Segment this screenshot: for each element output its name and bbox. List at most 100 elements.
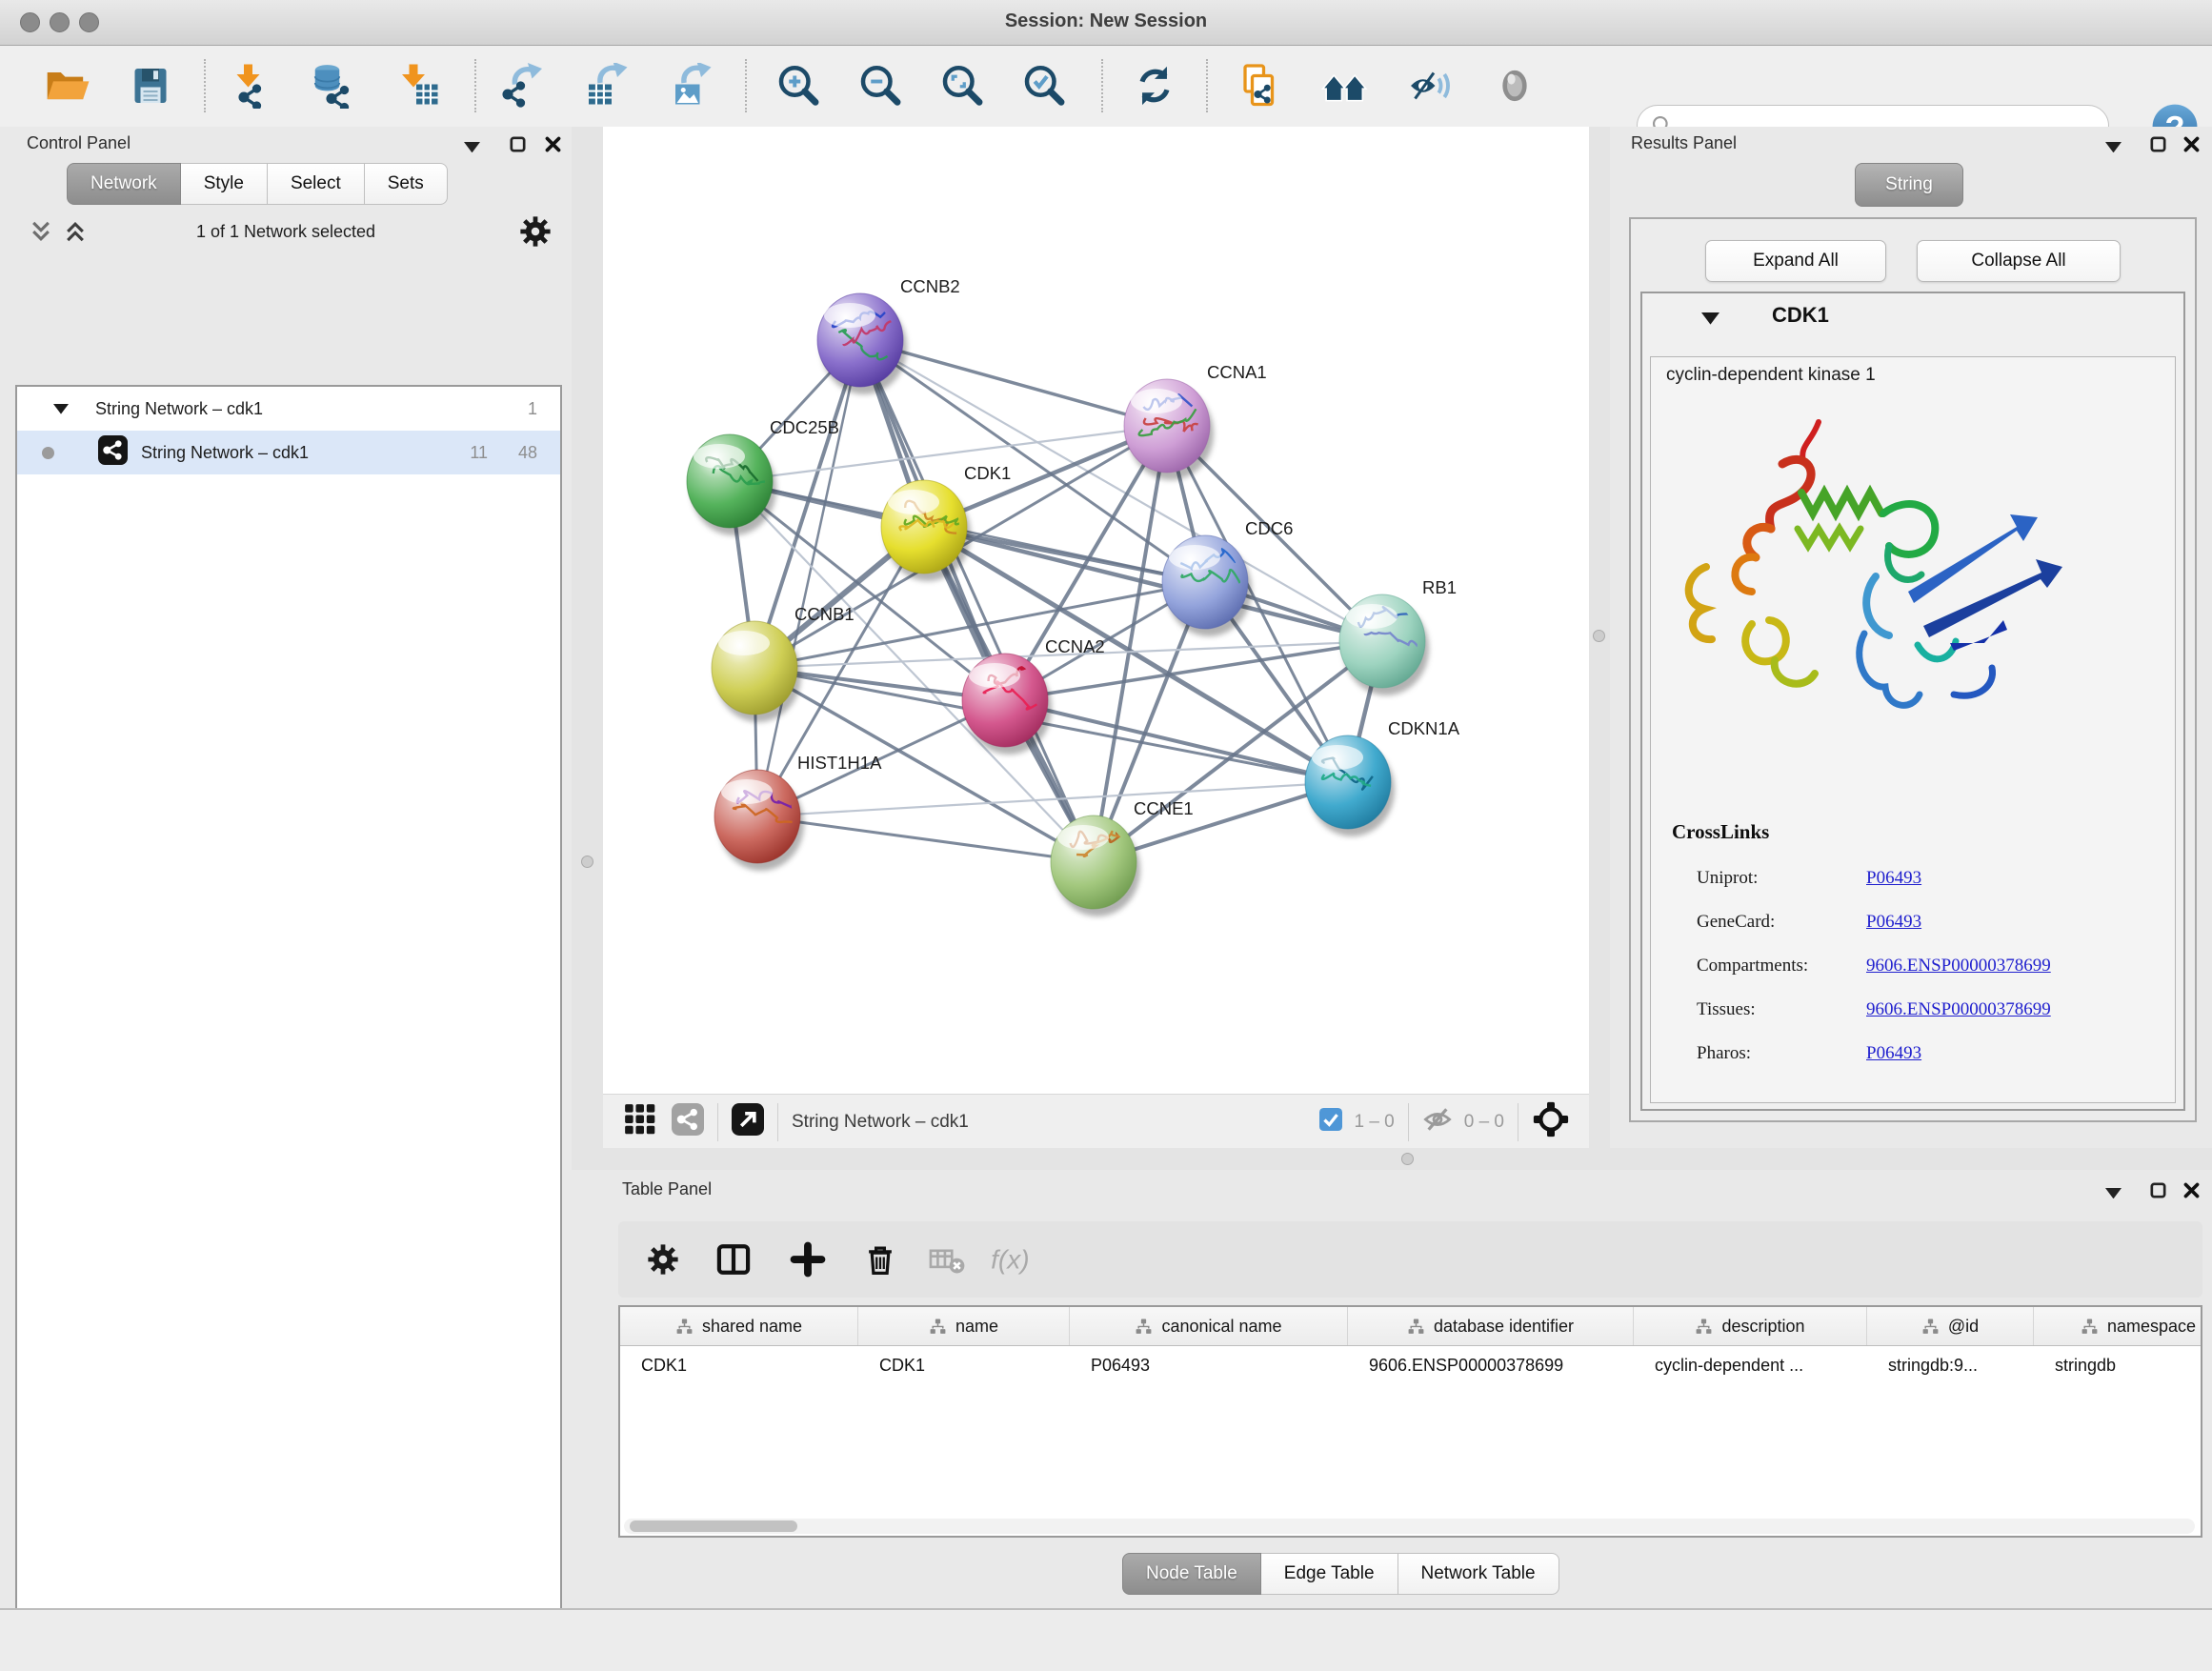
tab-node-table[interactable]: Node Table [1122,1553,1261,1595]
hidden-eye-slash-icon[interactable] [1422,1104,1453,1139]
splitter-handle[interactable] [1401,1153,1414,1165]
network-canvas[interactable]: CCNB2CCNA1CDC25BCDK1CDC6RB1CCNB1CCNA2CDK… [603,127,1589,1094]
panel-disabled-eye-icon[interactable] [1486,56,1543,115]
horizontal-splitter[interactable] [572,1148,2212,1170]
network-node-CDK1[interactable]: CDK1 [881,463,1011,581]
scrollbar-thumb[interactable] [630,1520,797,1532]
control-panel-menu-icon[interactable] [464,140,480,157]
cell-description[interactable]: cyclin-dependent ... [1634,1346,1867,1384]
delete-column-trash-icon[interactable] [854,1234,907,1285]
string-app-gray-icon[interactable] [672,1103,704,1140]
table-settings-gear-icon[interactable] [636,1234,690,1285]
cell-database-identifier[interactable]: 9606.ENSP00000378699 [1348,1346,1634,1384]
hide-panel-eye-icon[interactable] [1402,56,1459,115]
vertical-splitter-left[interactable] [572,127,603,1148]
column-header-name[interactable]: name [858,1307,1070,1345]
import-network-database-icon[interactable] [303,56,360,115]
splitter-handle[interactable] [581,856,593,868]
zoom-selected-icon[interactable] [1016,56,1073,115]
home-icon[interactable] [1317,56,1374,115]
tab-network-table[interactable]: Network Table [1398,1553,1559,1595]
zoom-out-icon[interactable] [852,56,909,115]
crosslink-label: Tissues: [1697,999,1866,1020]
zoom-fit-icon[interactable] [934,56,991,115]
tree-expand-icon[interactable] [53,399,69,419]
table-panel-float-icon[interactable] [2150,1182,2166,1203]
show-columns-icon[interactable] [707,1234,760,1285]
tab-sets[interactable]: Sets [365,163,448,205]
cell-canonical-name[interactable]: P06493 [1070,1346,1348,1384]
expand-all-button[interactable]: Expand All [1705,240,1886,282]
birdseye-grid-icon[interactable] [624,1103,656,1140]
node-label-CDKN1A: CDKN1A [1388,718,1460,738]
column-header-database-identifier[interactable]: database identifier [1348,1307,1634,1345]
network-view-toolbar: String Network – cdk1 1 – 0 0 – 0 [603,1094,1589,1149]
delete-table-icon[interactable] [920,1234,974,1285]
cell-id[interactable]: stringdb:9... [1867,1346,2034,1384]
cell-shared-name[interactable]: CDK1 [620,1346,858,1384]
fit-selected-crosshair-icon[interactable] [1532,1100,1570,1143]
network-node-CCNB1[interactable]: CCNB1 [712,604,855,722]
splitter-handle[interactable] [1593,630,1605,642]
crosslink-genecard-link[interactable]: P06493 [1866,912,1921,933]
network-selection-status: 1 of 1 Network selected [0,222,572,242]
import-network-file-icon[interactable] [221,56,278,115]
table-horizontal-scrollbar[interactable] [624,1519,2195,1534]
network-options-gear-icon[interactable] [516,212,554,255]
selected-checkbox-icon[interactable] [1319,1108,1342,1136]
column-header-id[interactable]: @id [1867,1307,2034,1345]
tab-string[interactable]: String [1855,163,1963,207]
cell-name[interactable]: CDK1 [858,1346,1070,1384]
column-header-shared-name[interactable]: shared name [620,1307,858,1345]
network-node-CCNB2[interactable]: CCNB2 [817,276,960,394]
network-node-CCNA1[interactable]: CCNA1 [1124,362,1267,480]
control-panel-float-icon[interactable] [510,136,526,157]
function-builder-icon[interactable]: f(x) [989,1234,1042,1285]
results-panel-float-icon[interactable] [2150,136,2166,157]
tab-edge-table[interactable]: Edge Table [1261,1553,1398,1595]
open-folder-icon[interactable] [38,56,95,115]
tab-style[interactable]: Style [181,163,268,205]
crosslink-compartments-link[interactable]: 9606.ENSP00000378699 [1866,956,2051,976]
column-header-description[interactable]: description [1634,1307,1867,1345]
column-header-canonical-name[interactable]: canonical name [1070,1307,1348,1345]
zoom-in-icon[interactable] [770,56,827,115]
crosslinks-list: Uniprot:P06493 GeneCard:P06493 Compartme… [1697,856,2154,1076]
open-in-window-icon[interactable] [732,1103,764,1140]
node-label-CCNA1: CCNA1 [1207,362,1267,382]
export-image-icon[interactable] [661,56,718,115]
crosslink-uniprot-link[interactable]: P06493 [1866,868,1921,889]
control-panel-close-icon[interactable] [545,136,561,157]
network-node-RB1[interactable]: RB1 [1339,577,1457,695]
network-collection-row[interactable]: String Network – cdk1 1 [17,387,560,431]
cell-namespace[interactable]: stringdb [2034,1346,2202,1384]
node-label-CCNB1: CCNB1 [794,604,855,624]
copy-network-icon[interactable] [1231,56,1288,115]
export-table-icon[interactable] [577,56,634,115]
column-header-namespace[interactable]: namespace [2034,1307,2202,1345]
network-row-selected[interactable]: String Network – cdk1 11 48 [17,431,560,474]
export-network-icon[interactable] [493,56,551,115]
table-panel-close-icon[interactable] [2183,1182,2200,1203]
network-status-dot [42,447,54,459]
section-collapse-icon[interactable] [1701,312,1719,330]
table-panel-menu-icon[interactable] [2105,1186,2122,1203]
add-column-plus-icon[interactable] [781,1234,835,1285]
network-collection-label: String Network – cdk1 [95,399,263,419]
toolbar-separator [745,59,747,112]
toolbar-separator [777,1103,778,1141]
selected-count: 1 – 0 [1354,1112,1394,1133]
tab-select[interactable]: Select [268,163,365,205]
update-network-icon[interactable] [1126,56,1183,115]
tab-network[interactable]: Network [67,163,181,205]
crosslink-label: GeneCard: [1697,912,1866,933]
import-table-file-icon[interactable] [391,56,448,115]
results-panel-close-icon[interactable] [2183,136,2200,157]
save-session-icon[interactable] [122,56,179,115]
network-node-CDKN1A[interactable]: CDKN1A [1305,718,1460,836]
collapse-all-button[interactable]: Collapse All [1917,240,2121,282]
results-panel-menu-icon[interactable] [2105,140,2122,157]
table-row[interactable]: CDK1 CDK1 P06493 9606.ENSP00000378699 cy… [620,1346,2201,1384]
crosslink-pharos-link[interactable]: P06493 [1866,1043,1921,1064]
crosslink-tissues-link[interactable]: 9606.ENSP00000378699 [1866,999,2051,1020]
